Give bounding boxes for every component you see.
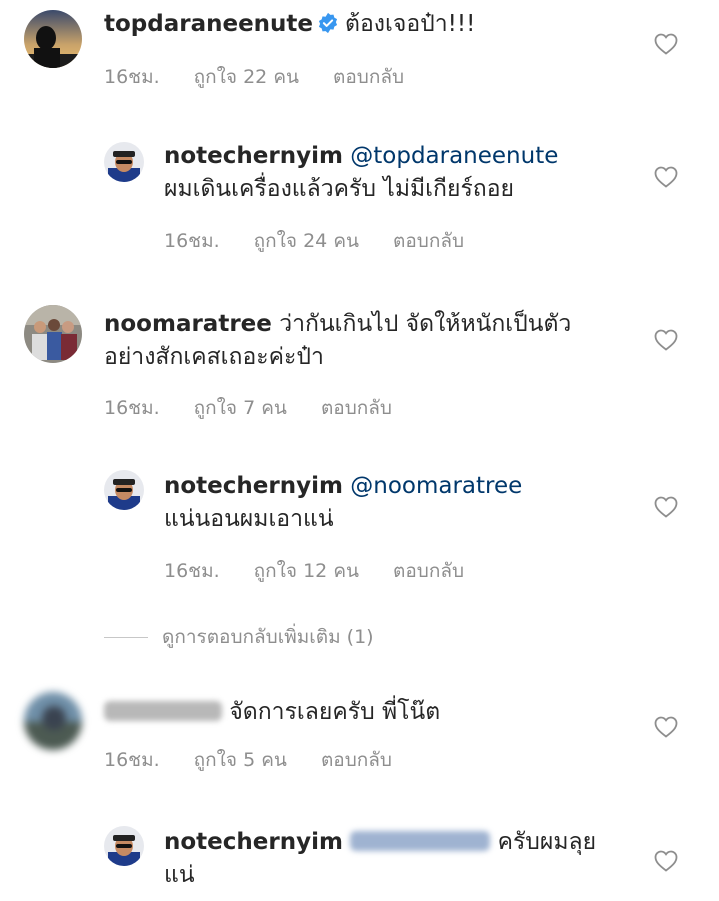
like-heart-icon[interactable]	[654, 329, 678, 351]
blurred-username[interactable]	[104, 701, 222, 721]
reply-button[interactable]: ตอบกลับ	[393, 556, 464, 586]
username[interactable]: notechernyim	[164, 473, 343, 499]
view-more-replies-button[interactable]: ดูการตอบกลับเพิ่มเติม (1)	[104, 622, 374, 652]
comment-meta: 16ชม. ถูกใจ 7 คน ตอบกลับ	[104, 393, 392, 423]
mention-link[interactable]: @topdaraneenute	[350, 143, 558, 169]
timestamp: 16ชม.	[164, 230, 220, 252]
comment-text: notechernyim @topdaraneenute ผมเดินเครื่…	[164, 140, 558, 206]
comment-body: ครับผมลุย	[497, 829, 597, 855]
like-heart-icon[interactable]	[654, 33, 678, 55]
comment-body-line2: อย่างสักเคสเถอะค่ะป๋า	[104, 344, 324, 370]
comment-body: ว่ากันเกินไป จัดให้หนักเป็นตัว	[279, 311, 572, 337]
timestamp: 16ชม.	[164, 560, 220, 582]
timestamp: 16ชม.	[104, 749, 160, 771]
comment-meta: 16ชม. ถูกใจ 24 คน ตอบกลับ	[164, 226, 464, 256]
likes-count[interactable]: ถูกใจ 24 คน	[254, 226, 359, 256]
likes-count[interactable]: ถูกใจ 7 คน	[194, 393, 287, 423]
view-more-replies-label: ดูการตอบกลับเพิ่มเติม (1)	[162, 626, 374, 648]
mention-link[interactable]: @noomaratree	[350, 473, 522, 499]
verified-badge-icon	[317, 11, 339, 34]
avatar[interactable]	[104, 142, 144, 182]
like-heart-icon[interactable]	[654, 496, 678, 518]
comment-text: notechernyim @noomaratree แน่นอนผมเอาแน่	[164, 470, 522, 536]
comment-body: ผมเดินเครื่องแล้วครับ ไม่มีเกียร์ถอย	[164, 176, 515, 202]
avatar[interactable]	[24, 692, 82, 750]
comment-meta: 16ชม. ถูกใจ 22 คน ตอบกลับ	[104, 62, 404, 92]
likes-count[interactable]: ถูกใจ 12 คน	[254, 556, 359, 586]
comment-body: ต้องเจอป๋า!!!	[345, 11, 476, 37]
username[interactable]: notechernyim	[164, 829, 343, 855]
like-heart-icon[interactable]	[654, 716, 678, 738]
comment-meta: 16ชม. ถูกใจ 12 คน ตอบกลับ	[164, 556, 464, 586]
likes-count[interactable]: ถูกใจ 5 คน	[194, 745, 287, 775]
comment-meta: 16ชม. ถูกใจ 5 คน ตอบกลับ	[104, 745, 392, 775]
divider	[104, 637, 148, 638]
reply-button[interactable]: ตอบกลับ	[321, 745, 392, 775]
like-heart-icon[interactable]	[654, 166, 678, 188]
comment-text: จัดการเลยครับ พี่โน๊ต	[104, 696, 440, 729]
reply-button[interactable]: ตอบกลับ	[333, 62, 404, 92]
avatar[interactable]	[24, 10, 82, 68]
likes-count[interactable]: ถูกใจ 22 คน	[194, 62, 299, 92]
avatar[interactable]	[24, 305, 82, 363]
comment-body-line2: แน่	[164, 862, 195, 888]
avatar[interactable]	[104, 826, 144, 866]
comment-text: topdaraneenute ต้องเจอป๋า!!!	[104, 8, 475, 41]
avatar[interactable]	[104, 470, 144, 510]
like-heart-icon[interactable]	[654, 850, 678, 872]
username[interactable]: noomaratree	[104, 311, 272, 337]
comment-body: จัดการเลยครับ พี่โน๊ต	[229, 699, 441, 725]
username[interactable]: topdaraneenute	[104, 11, 313, 37]
blurred-mention[interactable]	[350, 831, 491, 851]
reply-button[interactable]: ตอบกลับ	[321, 393, 392, 423]
reply-button[interactable]: ตอบกลับ	[393, 226, 464, 256]
timestamp: 16ชม.	[104, 397, 160, 419]
comment-text: notechernyim ครับผมลุย แน่	[164, 826, 596, 892]
timestamp: 16ชม.	[104, 66, 160, 88]
comment-body: แน่นอนผมเอาแน่	[164, 506, 334, 532]
username[interactable]: notechernyim	[164, 143, 343, 169]
comment-text: noomaratree ว่ากันเกินไป จัดให้หนักเป็นต…	[104, 308, 571, 374]
